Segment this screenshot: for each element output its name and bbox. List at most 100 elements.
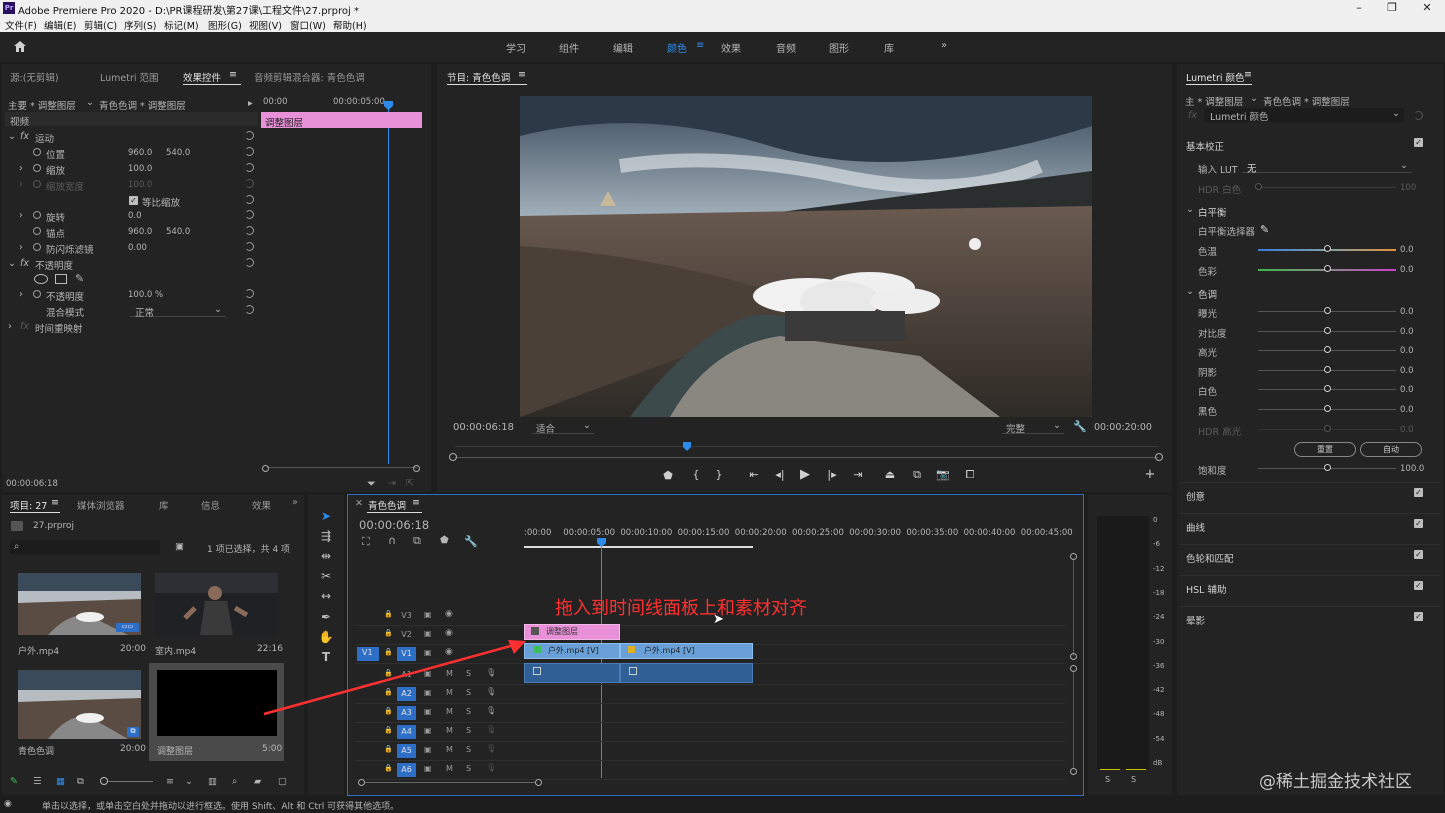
- reset-icon[interactable]: [245, 289, 254, 298]
- comparison-view-icon[interactable]: ⧠: [963, 468, 977, 482]
- stopwatch-icon[interactable]: [33, 243, 41, 251]
- expand-icon[interactable]: ›: [19, 289, 23, 300]
- reset-icon[interactable]: [245, 210, 254, 219]
- export-frame-icon[interactable]: 📷: [936, 468, 950, 481]
- sync-lock-icon[interactable]: ▣: [424, 726, 432, 735]
- fx-icon[interactable]: fx: [20, 258, 29, 269]
- anchor-x[interactable]: 960.0: [128, 227, 152, 237]
- stopwatch-icon[interactable]: [33, 164, 41, 172]
- freeform-view-icon[interactable]: ⧉: [77, 776, 84, 787]
- tone-value[interactable]: 0.0: [1400, 385, 1414, 395]
- expand-icon[interactable]: ›: [19, 163, 23, 174]
- step-forward-icon[interactable]: |▸: [825, 468, 839, 481]
- mute-button[interactable]: M: [446, 764, 453, 773]
- stopwatch-icon[interactable]: [33, 290, 41, 298]
- tint-knob[interactable]: [1324, 265, 1331, 272]
- section-header[interactable]: HSL 辅助: [1186, 582, 1227, 596]
- sync-lock-icon[interactable]: ▣: [424, 764, 432, 773]
- uniform-scale-checkbox[interactable]: ✓: [129, 196, 138, 205]
- lumetri-seq-label[interactable]: 青色色调 * 调整图层: [1263, 94, 1350, 108]
- workspace-effects[interactable]: 效果: [721, 40, 741, 55]
- new-bin-icon[interactable]: ▰: [254, 776, 261, 787]
- anti-flicker-value[interactable]: 0.00: [128, 243, 147, 253]
- temperature-knob[interactable]: [1324, 245, 1331, 252]
- slip-tool-icon[interactable]: ↔: [318, 588, 334, 604]
- reset-icon[interactable]: [245, 305, 254, 314]
- menu-edit[interactable]: 编辑(E): [44, 18, 76, 32]
- thumbnail-indoor[interactable]: [155, 573, 278, 635]
- wb-toggle-icon[interactable]: ⌄: [1186, 204, 1194, 215]
- section-header[interactable]: 曲线: [1186, 520, 1205, 534]
- input-lut-select[interactable]: 无 ⌄: [1242, 160, 1412, 175]
- panel-menu-icon[interactable]: ≡: [1244, 69, 1252, 80]
- menu-help[interactable]: 帮助(H): [333, 18, 367, 32]
- track-target-a6[interactable]: A6: [397, 763, 416, 777]
- chevron-down-icon[interactable]: ⌄: [86, 97, 94, 108]
- new-item-icon[interactable]: ▢: [278, 776, 287, 787]
- thumbnail-size-slider[interactable]: [103, 781, 153, 782]
- pen-tool-icon[interactable]: ✒: [318, 609, 334, 625]
- selection-tool-icon[interactable]: ➤: [318, 508, 334, 524]
- panel-menu-icon[interactable]: ≡: [412, 497, 420, 508]
- master-clip-label[interactable]: 主要 * 调整图层: [8, 98, 76, 112]
- filter-icon[interactable]: ⏷: [367, 477, 376, 491]
- tone-knob[interactable]: [1324, 326, 1331, 334]
- tab-source[interactable]: 源:(无剪辑): [10, 70, 59, 84]
- eye-icon[interactable]: ◉: [445, 609, 453, 619]
- v-scroll-handle[interactable]: [1070, 653, 1077, 660]
- ripple-edit-tool-icon[interactable]: ⇹: [318, 548, 334, 564]
- tone-value[interactable]: 0.0: [1400, 366, 1414, 376]
- pencil-icon[interactable]: ✎: [10, 776, 18, 787]
- extract-icon[interactable]: ⧉: [910, 468, 924, 482]
- play-only-audio-icon[interactable]: ▸: [248, 98, 253, 109]
- a-scroll-handle[interactable]: [1070, 665, 1077, 672]
- lumetri-effect-select[interactable]: Lumetri 颜色 ⌄: [1204, 108, 1404, 123]
- v-scroll-bar[interactable]: [1073, 560, 1074, 656]
- slider-knob[interactable]: [100, 777, 108, 785]
- minimize-icon[interactable]: –: [1342, 1, 1376, 16]
- section-checkbox[interactable]: ✓: [1414, 612, 1423, 621]
- section-checkbox[interactable]: ✓: [1414, 581, 1423, 590]
- panel-menu-icon[interactable]: ≡: [518, 69, 526, 80]
- workspace-audio[interactable]: 音频: [776, 40, 796, 55]
- fx-icon[interactable]: fx: [20, 131, 29, 142]
- settings-wrench-icon[interactable]: 🔧: [464, 535, 478, 548]
- microphone-icon[interactable]: 🎙: [486, 763, 496, 772]
- tab-info[interactable]: 信息: [201, 498, 220, 512]
- menu-view[interactable]: 视图(V): [249, 18, 282, 32]
- work-area-bar[interactable]: [524, 546, 753, 548]
- chevron-down-icon[interactable]: ⌄: [1250, 93, 1258, 104]
- zoom-handle-left[interactable]: [449, 453, 457, 461]
- motion-toggle-icon[interactable]: ⌄: [8, 131, 16, 142]
- lock-icon[interactable]: 🔒: [384, 610, 393, 618]
- stopwatch-icon[interactable]: [33, 211, 41, 219]
- expand-icon[interactable]: ›: [19, 210, 23, 221]
- icon-view-icon[interactable]: ▦: [56, 776, 65, 787]
- solo-right-button[interactable]: S: [1131, 775, 1136, 784]
- section-checkbox[interactable]: ✓: [1414, 488, 1423, 497]
- home-icon[interactable]: [13, 40, 27, 53]
- a1-clip-b[interactable]: [620, 663, 753, 683]
- tab-effect-controls[interactable]: 效果控件: [183, 70, 221, 84]
- menu-window[interactable]: 窗口(W): [290, 18, 326, 32]
- ec-zoom-handle-left[interactable]: [262, 465, 269, 472]
- reset-icon[interactable]: [245, 258, 254, 267]
- menu-file[interactable]: 文件(F): [5, 18, 37, 32]
- sequence-tab[interactable]: 青色色调: [368, 498, 406, 512]
- tab-effects[interactable]: 效果: [252, 498, 271, 512]
- solo-left-button[interactable]: S: [1105, 775, 1110, 784]
- program-monitor-title[interactable]: 节目: 青色色调: [447, 70, 510, 84]
- program-video-frame[interactable]: [520, 96, 1092, 417]
- section-header[interactable]: 创意: [1186, 489, 1205, 503]
- v-scroll-handle[interactable]: [1070, 553, 1077, 560]
- sync-lock-icon[interactable]: ▣: [424, 610, 432, 619]
- rectangle-mask-icon[interactable]: [55, 274, 67, 284]
- eyedropper-icon[interactable]: ✎: [1260, 223, 1269, 236]
- close-sequence-icon[interactable]: ✕: [355, 498, 363, 509]
- source-patch[interactable]: [357, 763, 379, 777]
- ellipse-mask-icon[interactable]: [34, 274, 48, 284]
- nest-icon[interactable]: ⛶: [362, 535, 370, 549]
- microphone-icon[interactable]: 🎙: [486, 744, 496, 753]
- lumetri-title[interactable]: Lumetri 颜色: [1186, 70, 1245, 84]
- tone-knob[interactable]: [1324, 365, 1331, 373]
